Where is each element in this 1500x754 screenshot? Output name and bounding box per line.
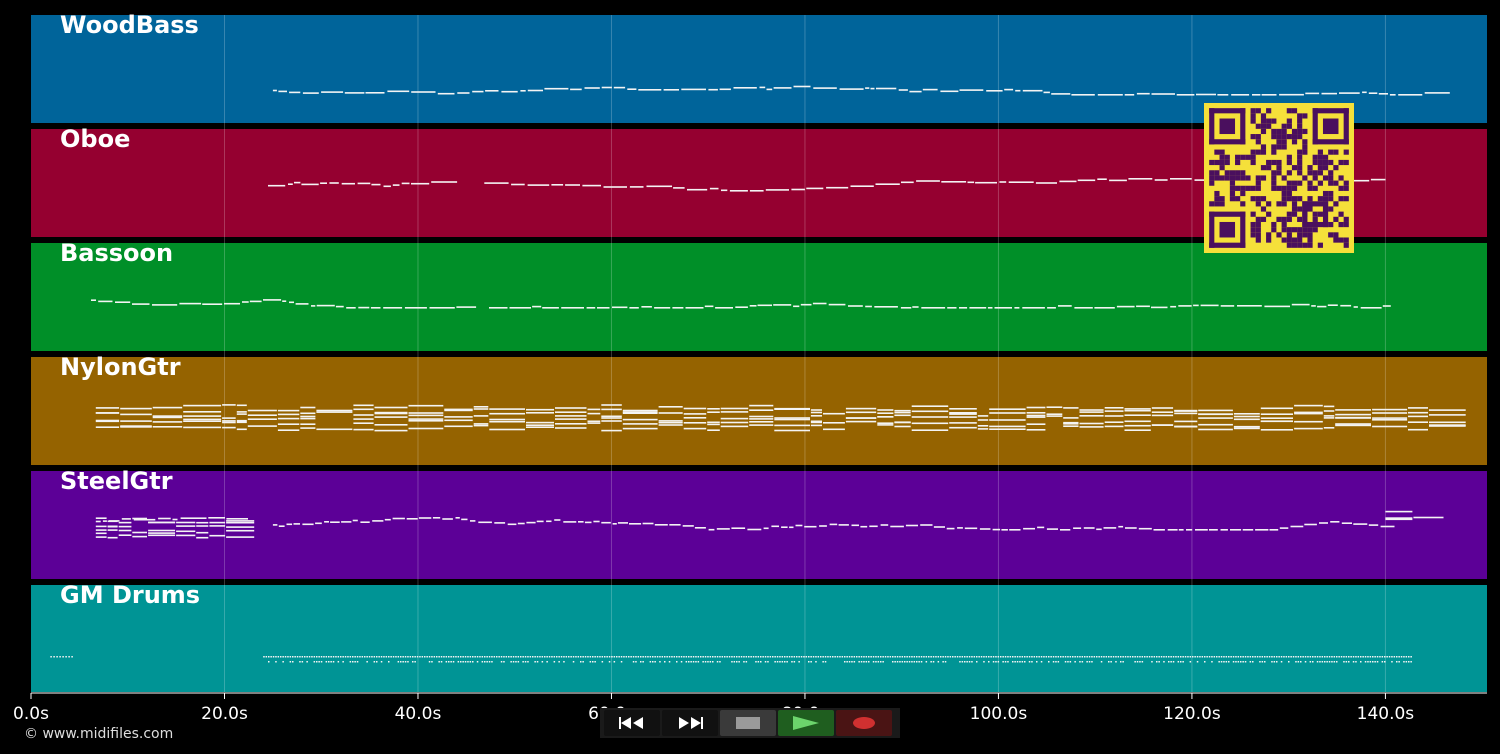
tick-label: 120.0s	[1163, 704, 1221, 724]
record-icon	[851, 715, 877, 731]
track-lane-bassoon	[31, 243, 1487, 351]
track-lane-gm-drums	[31, 585, 1487, 692]
tick-label: 140.0s	[1356, 704, 1415, 724]
track-label-woodbass: WoodBass	[60, 11, 199, 39]
rewind-button[interactable]	[604, 710, 660, 736]
track-label-gm-drums: GM Drums	[60, 581, 201, 609]
track-lane-steelgtr	[31, 471, 1487, 579]
rewind-icon	[617, 716, 647, 730]
copyright-text: © www.midifiles.com	[24, 726, 174, 742]
tick-label: 40.0s	[394, 704, 442, 724]
track-label-nylongtr: NylonGtr	[60, 353, 181, 381]
tick-label: 20.0s	[201, 704, 248, 724]
qr-code	[1204, 103, 1354, 253]
fast-forward-button[interactable]	[662, 710, 718, 736]
tick-label: 100.0s	[969, 704, 1028, 724]
play-button[interactable]	[778, 710, 834, 736]
tick-label: 0.0s	[13, 704, 49, 724]
play-icon	[791, 715, 821, 731]
track-label-bassoon: Bassoon	[60, 239, 174, 267]
transport-controls	[600, 708, 900, 738]
stop-button[interactable]	[720, 710, 776, 736]
track-label-steelgtr: SteelGtr	[60, 467, 173, 495]
track-label-oboe: Oboe	[60, 125, 131, 153]
record-button[interactable]	[836, 710, 892, 736]
fast-forward-icon	[675, 716, 705, 730]
stop-icon	[736, 716, 760, 730]
